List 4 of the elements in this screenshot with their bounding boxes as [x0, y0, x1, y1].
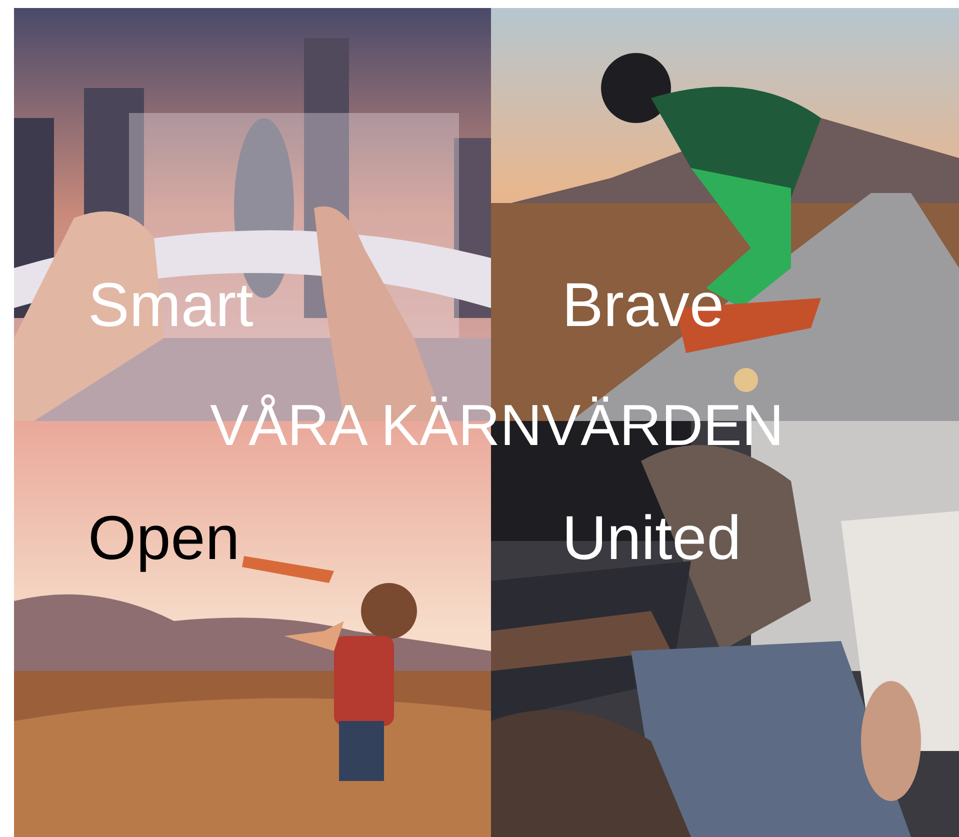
value-label: United [562, 503, 742, 575]
value-label: Brave [562, 270, 724, 342]
value-label: Open [88, 503, 240, 575]
value-label: Smart [88, 270, 254, 342]
